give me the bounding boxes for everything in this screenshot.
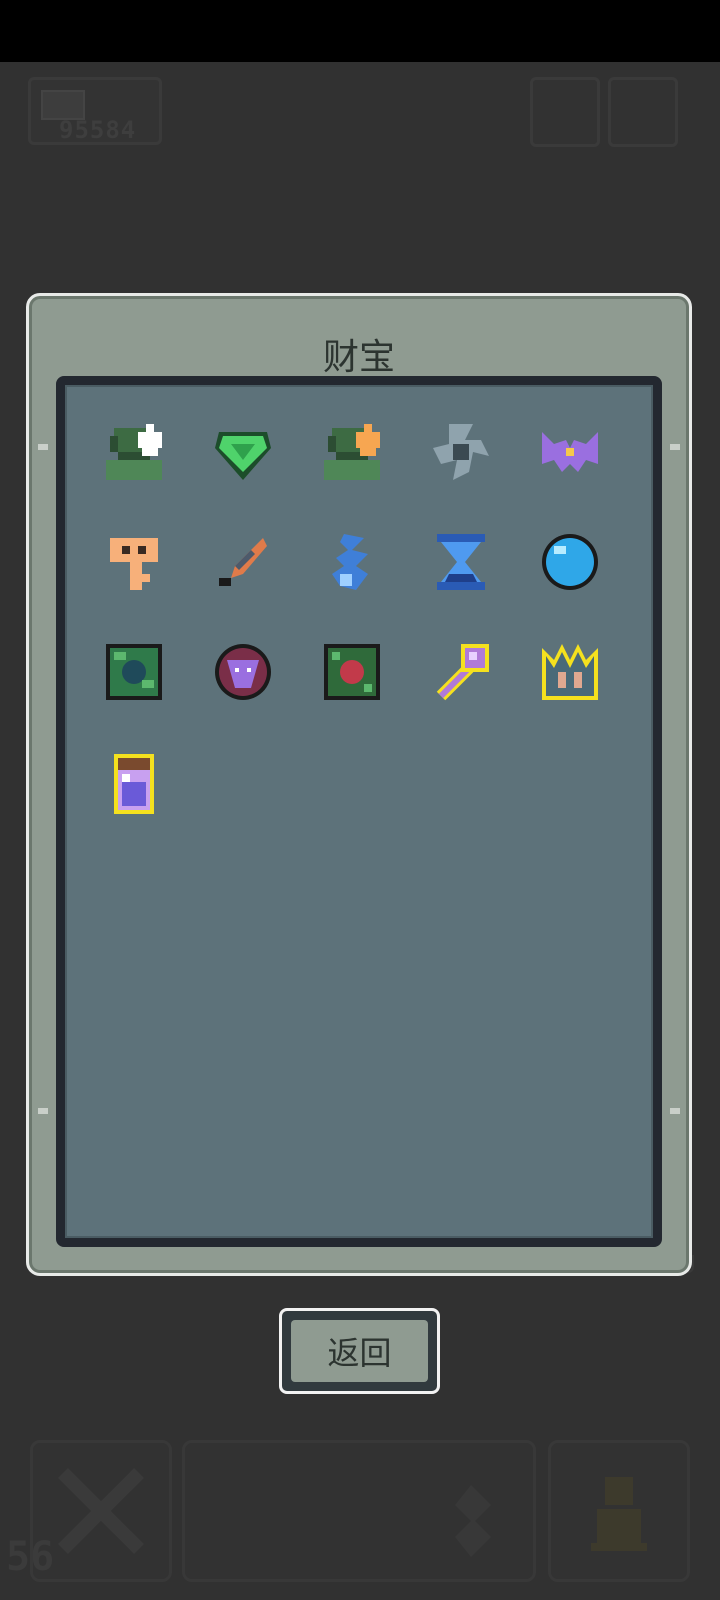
panel-title: 财宝 xyxy=(322,337,395,378)
purple-bat-wings-icon xyxy=(542,432,598,472)
blue-hourglass-icon xyxy=(437,534,485,590)
treasure-item[interactable] xyxy=(102,530,166,594)
hud-button-left xyxy=(530,77,600,147)
blue-orb-icon xyxy=(542,534,598,590)
red-rose-tile-icon xyxy=(324,644,380,700)
treasure-grid xyxy=(56,376,662,1247)
treasure-item[interactable] xyxy=(102,750,166,814)
treasure-item[interactable] xyxy=(320,420,384,484)
potion-jar-icon xyxy=(114,754,154,814)
gold-value: 95584 xyxy=(59,116,137,144)
feather-quill-icon xyxy=(219,538,267,586)
treasure-item[interactable] xyxy=(538,530,602,594)
blue-spirit-flame-icon xyxy=(332,534,368,590)
back-button-label: 返回 xyxy=(291,1320,428,1382)
gold-counter: 95584 xyxy=(28,77,162,145)
treasure-item[interactable] xyxy=(538,640,602,704)
treasure-item[interactable] xyxy=(211,640,275,704)
treasure-item[interactable] xyxy=(102,420,166,484)
green-vine-tile-icon xyxy=(106,644,162,700)
treasure-item[interactable] xyxy=(211,420,275,484)
lightning-icon xyxy=(455,1485,491,1557)
skill-bar xyxy=(182,1440,536,1582)
purple-staff-icon xyxy=(436,644,489,701)
treasure-item[interactable] xyxy=(429,640,493,704)
green-gem-shield-icon xyxy=(215,432,271,480)
spiked-crown-icon xyxy=(542,644,598,700)
back-button[interactable]: 返回 xyxy=(279,1308,440,1394)
steel-shuriken-icon xyxy=(433,424,489,480)
treasure-item[interactable] xyxy=(320,530,384,594)
treasure-item[interactable] xyxy=(429,420,493,484)
hero-silhouette-icon xyxy=(591,1477,647,1551)
hud-button-right xyxy=(608,77,678,147)
demon-face-medallion-icon xyxy=(215,644,271,700)
treasure-item[interactable] xyxy=(538,420,602,484)
level-number: 56 xyxy=(6,1534,55,1580)
orange-key-icon xyxy=(110,538,158,590)
treasure-item[interactable] xyxy=(320,640,384,704)
green-helmet-orange-arrow-icon xyxy=(324,424,380,480)
rivet xyxy=(38,1108,48,1114)
treasure-item[interactable] xyxy=(429,530,493,594)
treasure-item[interactable] xyxy=(211,530,275,594)
character-slot xyxy=(548,1440,690,1582)
rivet xyxy=(670,1108,680,1114)
treasure-item[interactable] xyxy=(102,640,166,704)
treasure-panel: 财宝 xyxy=(26,293,692,1276)
rivet xyxy=(38,444,48,450)
rivet xyxy=(670,444,680,450)
green-helmet-white-arrow-icon xyxy=(106,424,162,480)
status-bar xyxy=(0,0,720,62)
